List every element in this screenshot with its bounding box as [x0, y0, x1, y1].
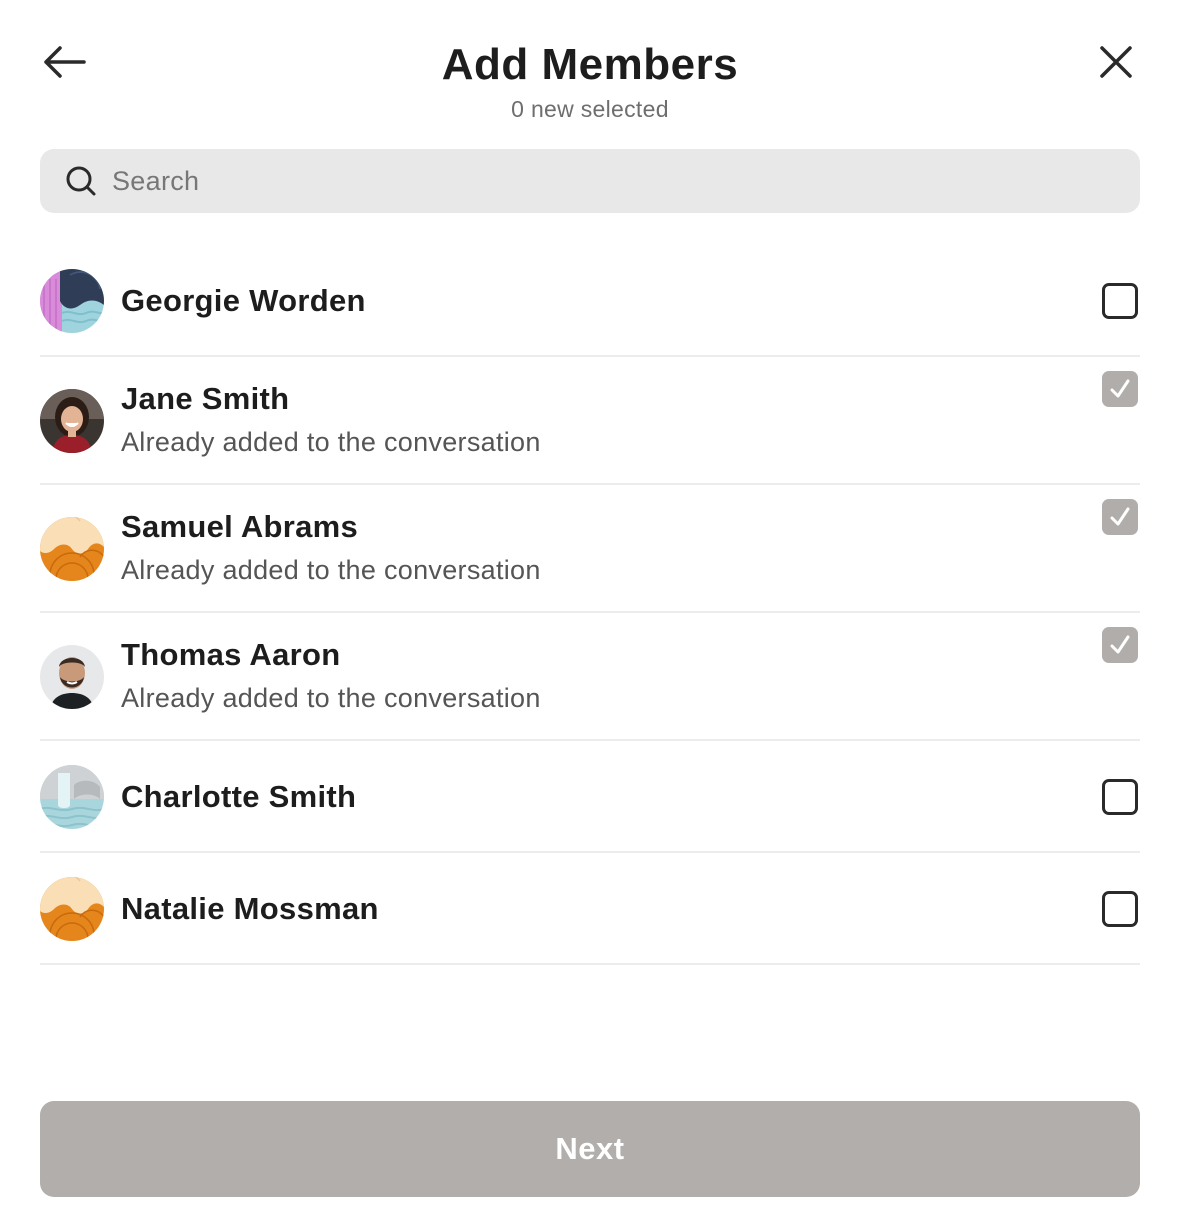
member-status: Already added to the conversation [121, 555, 541, 585]
close-button[interactable] [1090, 36, 1142, 88]
close-icon [1100, 46, 1132, 78]
member-checkbox-checked [1102, 499, 1138, 535]
member-name: Samuel Abrams [121, 509, 359, 544]
next-button[interactable]: Next [40, 1101, 1140, 1197]
search-bar[interactable] [40, 149, 1140, 213]
member-list: Georgie Worden Jane Smith Already added … [40, 245, 1140, 965]
avatar [40, 765, 104, 829]
avatar [40, 517, 104, 581]
member-checkbox[interactable] [1102, 891, 1138, 927]
checkmark-icon [1110, 635, 1130, 654]
member-row[interactable]: Natalie Mossman [40, 853, 1140, 965]
member-status: Already added to the conversation [121, 683, 541, 713]
member-row: Jane Smith Already added to the conversa… [40, 357, 1140, 485]
search-icon [64, 164, 98, 198]
selection-count: 0 new selected [511, 96, 669, 122]
member-name: Georgie Worden [121, 283, 366, 318]
member-row: Samuel Abrams Already added to the conve… [40, 485, 1140, 613]
add-members-dialog: Add Members 0 new selected Search Georgi… [0, 0, 1180, 1228]
checkmark-icon [1110, 507, 1130, 526]
member-checkbox-checked [1102, 627, 1138, 663]
member-checkbox[interactable] [1102, 283, 1138, 319]
avatar [40, 269, 104, 333]
member-status: Already added to the conversation [121, 427, 541, 457]
avatar [40, 877, 104, 941]
member-checkbox[interactable] [1102, 779, 1138, 815]
page-title: Add Members [441, 40, 739, 89]
dialog-header: Add Members 0 new selected [0, 0, 1180, 140]
avatar [40, 389, 104, 453]
search-input[interactable] [112, 165, 1012, 197]
member-row[interactable]: Georgie Worden [40, 245, 1140, 357]
member-name: Natalie Mossman [121, 891, 379, 926]
member-name: Thomas Aaron [121, 637, 341, 672]
member-row[interactable]: Charlotte Smith [40, 741, 1140, 853]
member-checkbox-checked [1102, 371, 1138, 407]
checkmark-icon [1110, 379, 1130, 398]
member-name: Jane Smith [121, 381, 290, 416]
avatar [40, 645, 104, 709]
member-name: Charlotte Smith [121, 779, 357, 814]
member-row: Thomas Aaron Already added to the conver… [40, 613, 1140, 741]
